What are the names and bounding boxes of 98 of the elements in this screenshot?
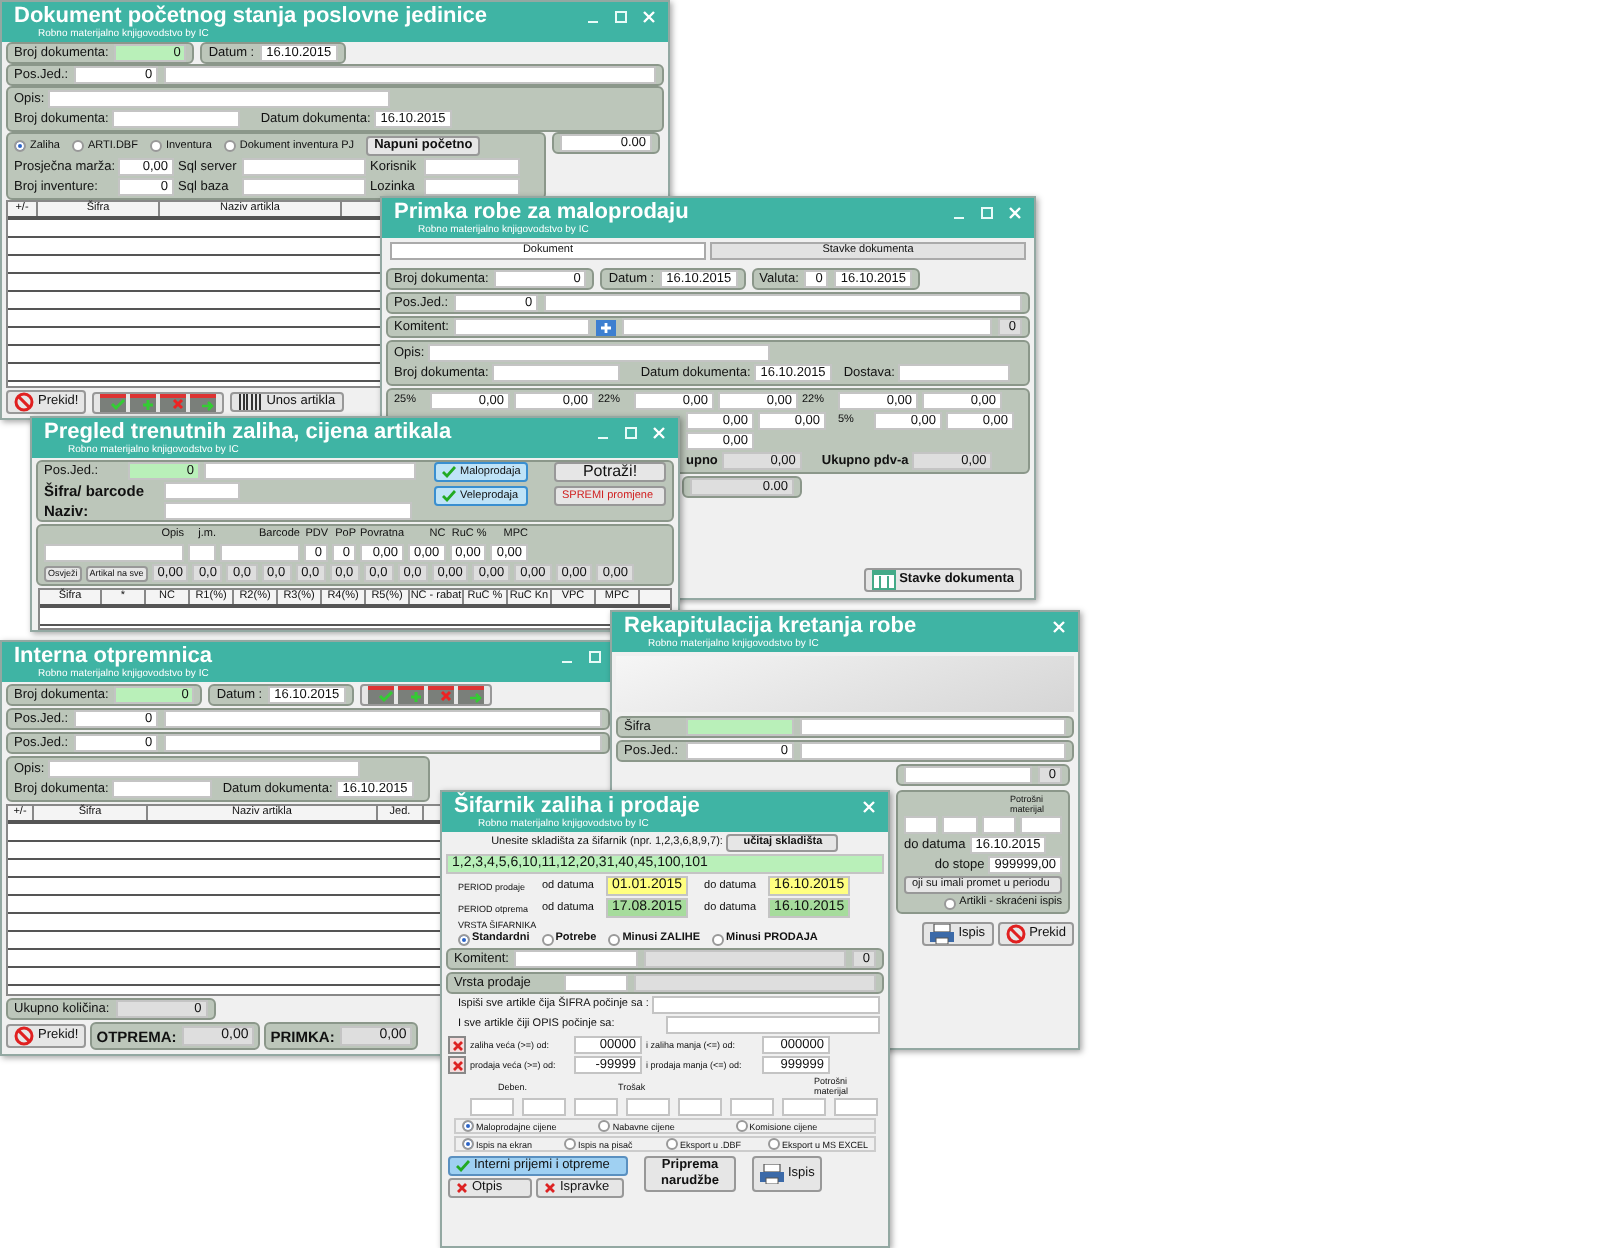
radio-button[interactable] — [71, 140, 84, 152]
amount-field[interactable] — [626, 1098, 670, 1116]
cross-icon — [451, 1059, 463, 1071]
window-title: Primka robe za maloprodaju — [394, 200, 689, 224]
amount-field[interactable] — [678, 1098, 722, 1116]
document-number-field[interactable] — [492, 364, 621, 382]
printer-icon — [760, 1164, 784, 1184]
name-field[interactable] — [164, 502, 412, 520]
close-icon[interactable] — [1052, 620, 1066, 634]
close-icon[interactable] — [652, 426, 666, 440]
window-title: Šifarnik zaliha i prodaje — [454, 794, 700, 818]
table-icon — [871, 570, 896, 590]
amount-field[interactable] — [1020, 816, 1063, 834]
sql-database-field[interactable] — [242, 178, 366, 196]
username-field[interactable] — [424, 158, 520, 176]
radio-button[interactable] — [223, 140, 236, 152]
partner-name-field[interactable] — [904, 766, 1032, 784]
cross-icon — [451, 1039, 463, 1051]
document-number-field[interactable] — [112, 780, 213, 798]
check-icon — [456, 1160, 470, 1172]
maximize-icon[interactable] — [624, 426, 638, 440]
business-unit-name-field[interactable] — [204, 462, 416, 480]
document-plus-icon[interactable] — [397, 686, 424, 704]
sale-type-name-field[interactable] — [634, 974, 876, 992]
amount-field[interactable] — [782, 1098, 826, 1116]
document-cross-icon[interactable] — [427, 686, 454, 704]
window-title: Rekapitulacija kretanja robe — [624, 614, 917, 638]
partner-name-field[interactable] — [644, 950, 846, 968]
barcode-icon — [238, 394, 263, 410]
radio-button[interactable] — [462, 1120, 474, 1132]
sale-type-field[interactable] — [564, 974, 628, 992]
close-icon[interactable] — [1008, 206, 1022, 220]
description-field[interactable] — [48, 760, 361, 778]
business-unit-name-field[interactable] — [164, 710, 602, 728]
radio-button[interactable] — [943, 897, 956, 909]
close-icon[interactable] — [642, 10, 656, 24]
document-cross-icon[interactable] — [160, 393, 187, 411]
business-unit-name-field[interactable] — [800, 742, 1066, 760]
close-icon[interactable] — [862, 800, 876, 814]
radio-button[interactable] — [598, 1120, 611, 1132]
search-button[interactable]: Potraži! — [554, 462, 666, 482]
radio-button[interactable] — [14, 140, 26, 152]
checkbox[interactable] — [448, 1056, 466, 1074]
partner-field[interactable] — [454, 318, 591, 336]
sql-server-field[interactable] — [242, 158, 366, 176]
business-unit-name-field[interactable] — [164, 734, 602, 752]
document-number-field[interactable] — [112, 110, 241, 128]
article-name-field[interactable] — [800, 718, 1066, 736]
window-title: Interna otpremnica — [14, 644, 213, 668]
maximize-icon[interactable] — [614, 10, 628, 24]
radio-button[interactable] — [735, 1120, 748, 1132]
checkbox[interactable] — [448, 1036, 466, 1054]
amount-field[interactable] — [981, 816, 1017, 834]
business-unit-name-field[interactable] — [164, 66, 656, 84]
partner-field[interactable] — [514, 950, 639, 968]
article-field[interactable] — [44, 544, 184, 562]
description-field[interactable] — [428, 344, 771, 362]
radio-button[interactable] — [608, 933, 621, 945]
maximize-icon[interactable] — [588, 650, 602, 664]
radio-button[interactable] — [665, 1138, 678, 1150]
barcode-field[interactable] — [164, 482, 240, 500]
business-unit-name-field[interactable] — [544, 294, 1022, 312]
description-prefix-field[interactable] — [666, 1016, 880, 1034]
radio-button[interactable] — [563, 1138, 576, 1150]
article-field[interactable] — [220, 544, 300, 562]
printer-icon — [930, 924, 955, 944]
no-entry-icon — [14, 392, 34, 412]
cross-icon — [456, 1182, 468, 1194]
document-plus-icon[interactable] — [130, 393, 157, 411]
cross-icon — [544, 1182, 556, 1194]
radio-button[interactable] — [712, 933, 725, 945]
radio-button[interactable] — [767, 1138, 780, 1150]
amount-field[interactable] — [942, 816, 978, 834]
article-field[interactable] — [188, 544, 216, 562]
description-field[interactable] — [48, 90, 391, 108]
window-title: Dokument početnog stanja poslovne jedinice — [14, 4, 488, 28]
code-prefix-field[interactable] — [652, 996, 880, 1014]
radio-button[interactable] — [462, 1138, 474, 1150]
amount-field[interactable] — [730, 1098, 774, 1116]
document-check-icon[interactable] — [367, 686, 394, 704]
no-entry-icon — [14, 1026, 34, 1046]
radio-button[interactable] — [149, 140, 162, 152]
partner-name-field[interactable] — [622, 318, 992, 336]
maximize-icon[interactable] — [980, 206, 994, 220]
window-title: Pregled trenutnih zaliha, cijena artikala — [44, 420, 452, 444]
document-check-icon[interactable] — [100, 393, 127, 411]
radio-button[interactable] — [458, 933, 470, 945]
amount-field[interactable] — [834, 1098, 878, 1116]
amount-field[interactable] — [904, 816, 939, 834]
article-code-field[interactable] — [686, 718, 794, 736]
amount-field[interactable] — [470, 1098, 514, 1116]
radio-button[interactable] — [541, 933, 554, 945]
amount-field[interactable] — [574, 1098, 618, 1116]
password-field[interactable] — [424, 178, 520, 196]
plus-icon[interactable] — [596, 319, 617, 335]
amount-field[interactable] — [522, 1098, 566, 1116]
delivery-field[interactable] — [898, 364, 1011, 382]
no-entry-icon — [1005, 924, 1026, 944]
